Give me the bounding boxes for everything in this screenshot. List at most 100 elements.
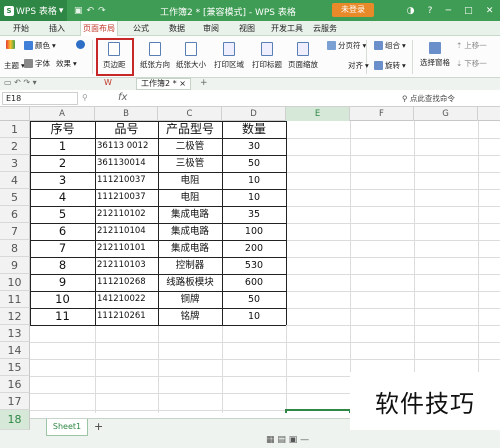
table-cell[interactable]: 111210268	[95, 274, 158, 291]
table-cell[interactable]: 111210037	[95, 172, 158, 189]
row-header-18[interactable]: 18	[0, 410, 30, 430]
selection-pane-button[interactable]: 选择窗格	[420, 42, 450, 68]
view-mode-icons[interactable]: ▦ ▤ ▣ —	[266, 435, 309, 445]
table-cell[interactable]: 212110102	[95, 206, 158, 223]
table-cell[interactable]: 电阻	[158, 172, 222, 189]
command-search[interactable]: ⚲ 点此查找命令	[402, 92, 498, 105]
table-cell[interactable]: 30	[222, 138, 286, 155]
table-cell[interactable]: 11	[30, 308, 95, 325]
column-header-a[interactable]: A	[30, 107, 95, 121]
table-cell[interactable]: 50	[222, 155, 286, 172]
menu-tab[interactable]: 审阅	[196, 21, 226, 36]
menu-tab[interactable]: 云服务	[306, 21, 344, 36]
page-break-button[interactable]: 分页符 ▾	[327, 40, 366, 51]
table-cell[interactable]: 3	[30, 172, 95, 189]
row-header-17[interactable]: 17	[0, 393, 30, 410]
table-header-cell[interactable]: 产品型号	[158, 121, 222, 138]
close-icon[interactable]: ×	[179, 79, 186, 88]
font-button[interactable]: 字体	[24, 58, 50, 69]
add-sheet-button[interactable]: +	[94, 420, 103, 433]
row-header-1[interactable]: 1	[0, 121, 30, 138]
table-cell[interactable]: 212110104	[95, 223, 158, 240]
send-backward-button[interactable]: ⇣ 下移一	[456, 58, 487, 69]
table-cell[interactable]: 三极管	[158, 155, 222, 172]
table-cell[interactable]: 111210037	[95, 189, 158, 206]
table-cell[interactable]: 1	[30, 138, 95, 155]
column-header-d[interactable]: D	[222, 107, 286, 121]
table-cell[interactable]: 集成电路	[158, 240, 222, 257]
table-cell[interactable]: 361130014	[95, 155, 158, 172]
print-titles-button[interactable]: 打印标题	[252, 42, 282, 70]
orientation-button[interactable]: 纸张方向	[140, 42, 170, 70]
menu-tab[interactable]: 页面布局	[80, 21, 118, 36]
row-header-8[interactable]: 8	[0, 240, 30, 257]
sheet-tab[interactable]: Sheet1	[46, 419, 88, 436]
skin-icon[interactable]: ◑	[407, 6, 415, 16]
row-header-3[interactable]: 3	[0, 155, 30, 172]
print-area-button[interactable]: 打印区域	[214, 42, 244, 70]
row-header-2[interactable]: 2	[0, 138, 30, 155]
table-cell[interactable]: 141210022	[95, 291, 158, 308]
rotate-button[interactable]: 旋转 ▾	[374, 60, 406, 71]
table-cell[interactable]: 200	[222, 240, 286, 257]
table-header-cell[interactable]: 序号	[30, 121, 95, 138]
maximize-icon[interactable]: □	[464, 6, 473, 16]
row-header-14[interactable]: 14	[0, 342, 30, 359]
select-all-corner[interactable]	[0, 107, 30, 121]
fx-icon[interactable]: fx	[118, 92, 127, 103]
shape-button[interactable]	[76, 40, 85, 49]
table-cell[interactable]: 36113 0012	[95, 138, 158, 155]
table-cell[interactable]: 6	[30, 223, 95, 240]
table-cell[interactable]: 10	[30, 291, 95, 308]
table-cell[interactable]: 10	[222, 308, 286, 325]
table-cell[interactable]: 600	[222, 274, 286, 291]
table-cell[interactable]: 530	[222, 257, 286, 274]
undo-icon[interactable]: ↶	[87, 6, 95, 16]
table-cell[interactable]: 7	[30, 240, 95, 257]
menu-tab[interactable]: 插入	[42, 21, 72, 36]
row-header-9[interactable]: 9	[0, 257, 30, 274]
save-icon[interactable]: ▣	[74, 6, 83, 16]
theme-button[interactable]	[6, 40, 15, 49]
redo-icon[interactable]: ↷	[98, 6, 106, 16]
column-header-b[interactable]: B	[95, 107, 158, 121]
table-cell[interactable]: 212110101	[95, 240, 158, 257]
column-header-f[interactable]: F	[350, 107, 414, 121]
table-cell[interactable]: 111210261	[95, 308, 158, 325]
table-cell[interactable]: 电阻	[158, 189, 222, 206]
table-cell[interactable]: 铜牌	[158, 291, 222, 308]
row-header-11[interactable]: 11	[0, 291, 30, 308]
spreadsheet-grid[interactable]: 序号 品号 产品型号 数量 1 36113 0012 二极管 30 2 361130014 三极管 5…	[30, 121, 500, 413]
row-header-5[interactable]: 5	[0, 189, 30, 206]
page-zoom-button[interactable]: 页面缩放	[288, 42, 318, 70]
table-cell[interactable]: 5	[30, 206, 95, 223]
new-tab-icon[interactable]: +	[200, 78, 208, 88]
table-cell[interactable]: 集成电路	[158, 223, 222, 240]
color-button[interactable]: 颜色 ▾	[24, 40, 56, 51]
group-button[interactable]: 组合 ▾	[374, 40, 406, 51]
menu-tab[interactable]: 开始	[6, 21, 36, 36]
column-header-g[interactable]: G	[414, 107, 478, 121]
help-icon[interactable]: ?	[428, 6, 433, 16]
row-header-10[interactable]: 10	[0, 274, 30, 291]
name-box[interactable]: E18	[2, 92, 78, 105]
minimize-icon[interactable]: ─	[446, 6, 451, 16]
column-header-e[interactable]: E	[286, 107, 350, 121]
row-header-6[interactable]: 6	[0, 206, 30, 223]
align-button[interactable]: 对齐 ▾	[348, 60, 369, 71]
table-header-cell[interactable]: 数量	[222, 121, 286, 138]
table-cell[interactable]: 铭牌	[158, 308, 222, 325]
row-header-16[interactable]: 16	[0, 376, 30, 393]
menu-tab[interactable]: 视图	[232, 21, 262, 36]
table-cell[interactable]: 2	[30, 155, 95, 172]
menu-tab[interactable]: 公式	[126, 21, 156, 36]
document-tab[interactable]: 工作簿2 * ×	[136, 78, 191, 90]
login-button[interactable]: 未登录	[332, 3, 374, 17]
menu-tab[interactable]: 开发工具	[268, 21, 306, 36]
row-header-12[interactable]: 12	[0, 308, 30, 325]
effect-button[interactable]: 效果 ▾	[56, 58, 77, 69]
table-cell[interactable]: 9	[30, 274, 95, 291]
zoom-icon[interactable]: ⚲	[82, 93, 88, 102]
table-cell[interactable]: 控制器	[158, 257, 222, 274]
row-header-7[interactable]: 7	[0, 223, 30, 240]
